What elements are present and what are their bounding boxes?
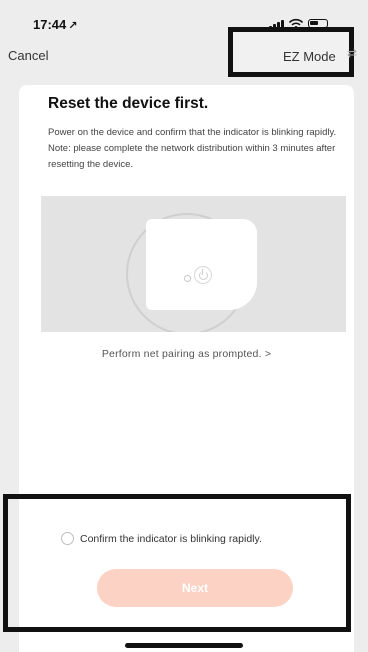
instructions: Power on the device and confirm that the… [48, 125, 344, 173]
page-title: Reset the device first. [48, 95, 209, 112]
cancel-button[interactable]: Cancel [8, 48, 48, 63]
device-illustration [41, 196, 346, 332]
confirm-row[interactable]: Confirm the indicator is blinking rapidl… [61, 532, 262, 545]
instruction-text: Power on the device and confirm that the… [48, 127, 337, 138]
confirm-label: Confirm the indicator is blinking rapidl… [80, 532, 262, 545]
switch-arrows-icon[interactable]: ⇄ [347, 46, 357, 60]
next-button[interactable]: Next [97, 569, 293, 607]
location-arrow-icon: ↗ [68, 20, 78, 32]
ez-mode-button[interactable]: EZ Mode [283, 49, 336, 64]
indicator-light-icon [184, 275, 191, 282]
home-indicator[interactable] [125, 643, 243, 648]
power-button-icon [194, 266, 212, 284]
mode-switch-highlight: EZ Mode ⇄ [228, 27, 357, 77]
confirm-radio[interactable] [61, 532, 74, 545]
confirm-section-highlight: Confirm the indicator is blinking rapidl… [3, 494, 351, 632]
status-time: 17:44 ↗ [33, 17, 78, 32]
device-body [146, 219, 257, 310]
instruction-note: Note: please complete the network distri… [48, 143, 336, 170]
pairing-help-link[interactable]: Perform net pairing as prompted. > [19, 348, 354, 360]
